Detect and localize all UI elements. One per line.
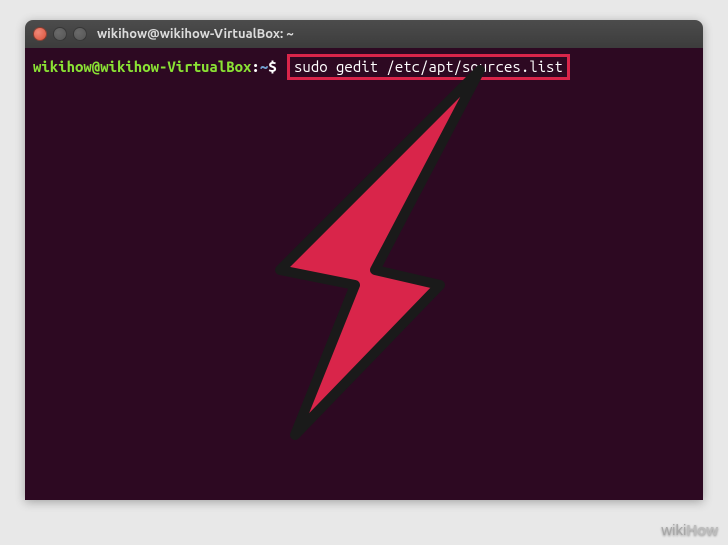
maximize-button[interactable]: [73, 27, 87, 41]
prompt-user-host: wikihow@wikihow-VirtualBox: [33, 58, 251, 75]
prompt-path: ~: [260, 58, 268, 75]
terminal-window: wikihow@wikihow-VirtualBox: ~ wikihow@wi…: [25, 20, 703, 500]
close-button[interactable]: [33, 27, 47, 41]
watermark: wikiHow: [661, 522, 718, 539]
prompt-separator: :: [251, 58, 259, 75]
minimize-button[interactable]: [53, 27, 67, 41]
command-text: sudo gedit /etc/apt/sources.list: [294, 58, 563, 75]
command-highlight-box: sudo gedit /etc/apt/sources.list: [287, 54, 570, 80]
prompt-symbol: $: [268, 58, 276, 75]
window-titlebar: wikihow@wikihow-VirtualBox: ~: [25, 20, 703, 48]
watermark-part1: wiki: [661, 522, 686, 539]
window-title: wikihow@wikihow-VirtualBox: ~: [97, 27, 294, 41]
watermark-part2: How: [686, 522, 718, 539]
terminal-body[interactable]: wikihow@wikihow-VirtualBox:~$ sudo gedit…: [25, 48, 703, 500]
